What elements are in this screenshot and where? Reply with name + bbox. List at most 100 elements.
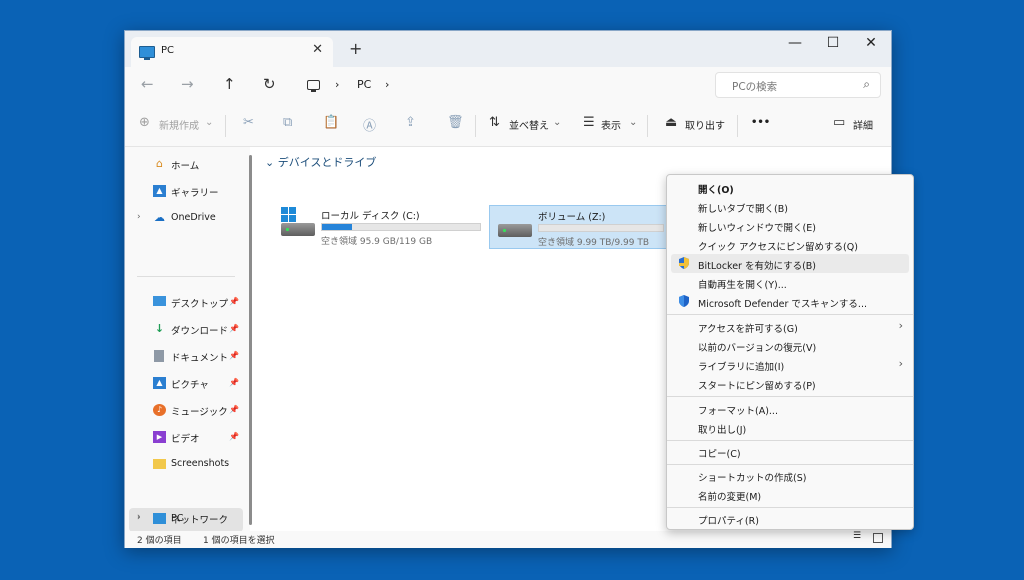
tab-pc[interactable]: PC ✕ (131, 37, 333, 67)
toolbar-divider (737, 115, 738, 137)
chevron-right-icon[interactable]: › (137, 512, 141, 522)
search-input[interactable]: PCの検索 (732, 79, 777, 94)
music-icon: ♪ (153, 404, 166, 416)
sidebar-item-label: ピクチャ (171, 380, 209, 391)
sort-button[interactable]: 並べ替え (509, 117, 549, 132)
breadcrumb-pc[interactable]: PC (357, 78, 371, 91)
sidebar-item-label: ダウンロード (171, 326, 229, 337)
forward-button[interactable]: → (181, 75, 194, 93)
chevron-down-icon: ⌄ (553, 117, 562, 128)
pc-icon[interactable] (307, 80, 320, 92)
drive-usage-bar (321, 223, 481, 231)
menu-item-bitlocker[interactable]: BitLocker を有効にする(B) (671, 254, 909, 273)
menu-item-label: Microsoft Defender でスキャンする... (698, 299, 867, 310)
eject-button[interactable]: 取り出す (685, 117, 725, 132)
menu-separator (667, 314, 913, 315)
menu-item-open-new-tab[interactable]: 新しいタブで開く(B) (671, 197, 909, 216)
drive-c[interactable]: ローカル ディスク (C:) 空き領域 95.9 GB/119 GB (273, 205, 487, 249)
search-box[interactable]: PCの検索 ⌕ (715, 72, 881, 98)
pin-icon[interactable]: 📌 (229, 378, 239, 387)
rename-icon[interactable]: Ⓐ (363, 115, 376, 134)
menu-item-open[interactable]: 開く(O) (671, 178, 909, 197)
menu-item-open-new-window[interactable]: 新しいウィンドウで開く(E) (671, 216, 909, 235)
menu-item-rename[interactable]: 名前の変更(M) (671, 485, 909, 504)
cut-icon[interactable]: ✂ (243, 115, 254, 130)
sidebar-item-music[interactable]: ♪ ミュージック 📌 (135, 399, 243, 423)
more-options-button[interactable]: ••• (751, 117, 770, 128)
details-button[interactable]: 詳細 (853, 117, 873, 132)
menu-item-give-access[interactable]: アクセスを許可する(G) › (671, 317, 909, 336)
pin-icon[interactable]: 📌 (229, 297, 239, 306)
delete-icon[interactable]: 🗑 (447, 115, 464, 130)
menu-item-restore-versions[interactable]: 以前のバージョンの復元(V) (671, 336, 909, 355)
new-tab-button[interactable]: + (349, 39, 362, 58)
picture-icon: ▲ (153, 377, 166, 389)
chevron-down-icon: ⌄ (205, 117, 214, 128)
refresh-button[interactable]: ↻ (263, 75, 276, 93)
download-icon: ↓ (154, 322, 165, 335)
details-pane-icon: ▭ (833, 115, 846, 130)
menu-item-pin-quick-access[interactable]: クイック アクセスにピン留めする(Q) (671, 235, 909, 254)
breadcrumb-separator[interactable]: › (385, 78, 389, 91)
document-icon (154, 350, 164, 362)
hard-drive-icon (498, 224, 532, 237)
sidebar-item-gallery[interactable]: ▲ ギャラリー (135, 180, 243, 204)
new-button[interactable]: 新規作成 (159, 117, 199, 132)
up-button[interactable]: ↑ (223, 75, 236, 93)
sidebar-item-onedrive[interactable]: › ☁ OneDrive (135, 207, 243, 231)
tiles-view-icon[interactable] (873, 533, 883, 543)
folder-icon (153, 459, 166, 469)
menu-item-pin-start[interactable]: スタートにピン留めする(P) (671, 374, 909, 393)
tab-title: PC (161, 45, 175, 56)
command-bar: ⊕ 新規作成 ⌄ ✂ ⧉ 📋 Ⓐ ⇪ 🗑 ⇅ 並べ替え ⌄ ☰ 表示 ⌄ ⏏ 取… (125, 105, 891, 147)
group-header[interactable]: ⌄ デバイスとドライブ (265, 154, 376, 170)
sidebar-item-documents[interactable]: ドキュメント 📌 (135, 345, 243, 369)
menu-item-autoplay[interactable]: 自動再生を開く(Y)... (671, 273, 909, 292)
maximize-button[interactable]: ☐ (815, 35, 851, 51)
paste-icon[interactable]: 📋 (323, 115, 339, 130)
close-button[interactable]: ✕ (853, 35, 889, 51)
menu-item-label: 名前の変更(M) (698, 492, 762, 503)
menu-item-eject[interactable]: 取り出し(J) (671, 418, 909, 437)
pin-icon[interactable]: 📌 (229, 405, 239, 414)
sidebar-item-pictures[interactable]: ▲ ピクチャ 📌 (135, 372, 243, 396)
sort-icon: ⇅ (489, 115, 500, 130)
tab-close-button[interactable]: ✕ (312, 42, 323, 57)
breadcrumb-separator[interactable]: › (335, 78, 339, 91)
pin-icon[interactable]: 📌 (229, 432, 239, 441)
view-button[interactable]: 表示 (601, 117, 621, 132)
copy-icon[interactable]: ⧉ (283, 115, 292, 130)
menu-separator (667, 440, 913, 441)
sidebar-item-downloads[interactable]: ↓ ダウンロード 📌 (135, 318, 243, 342)
chevron-down-icon: ⌄ (629, 117, 638, 128)
sidebar-item-videos[interactable]: ▶ ビデオ 📌 (135, 426, 243, 450)
sidebar-item-label: Screenshots (171, 458, 230, 469)
drive-z[interactable]: ボリューム (Z:) 空き領域 9.99 TB/9.99 TB (489, 205, 669, 249)
menu-item-copy[interactable]: コピー(C) (671, 442, 909, 461)
share-icon[interactable]: ⇪ (405, 115, 416, 130)
drive-name: ボリューム (Z:) (538, 212, 606, 223)
drive-free-space: 空き領域 95.9 GB/119 GB (321, 237, 433, 247)
eject-icon: ⏏ (665, 115, 678, 130)
menu-item-defender-scan[interactable]: Microsoft Defender でスキャンする... (671, 292, 909, 311)
cloud-icon: ☁ (154, 211, 165, 224)
details-view-icon[interactable]: ☰ (853, 531, 863, 541)
menu-item-properties[interactable]: プロパティ(R) (671, 509, 909, 528)
sidebar-scrollbar[interactable] (249, 155, 252, 525)
sidebar-item-desktop[interactable]: デスクトップ 📌 (135, 291, 243, 315)
sidebar-item-network[interactable]: › ネットワーク (135, 507, 243, 531)
back-button[interactable]: ← (141, 75, 154, 93)
sidebar-item-home[interactable]: ⌂ ホーム (135, 153, 243, 177)
menu-item-label: 以前のバージョンの復元(V) (698, 343, 817, 354)
menu-item-format[interactable]: フォーマット(A)... (671, 399, 909, 418)
menu-item-add-to-library[interactable]: ライブラリに追加(I) › (671, 355, 909, 374)
pin-icon[interactable]: 📌 (229, 324, 239, 333)
pin-icon[interactable]: 📌 (229, 351, 239, 360)
menu-separator (667, 464, 913, 465)
chevron-right-icon[interactable]: › (137, 212, 141, 222)
minimize-button[interactable]: — (777, 35, 813, 51)
sidebar-item-label: ネットワーク (171, 515, 229, 526)
sidebar-item-screenshots[interactable]: Screenshots (135, 453, 243, 477)
menu-item-create-shortcut[interactable]: ショートカットの作成(S) (671, 466, 909, 485)
desktop-icon (153, 296, 166, 306)
